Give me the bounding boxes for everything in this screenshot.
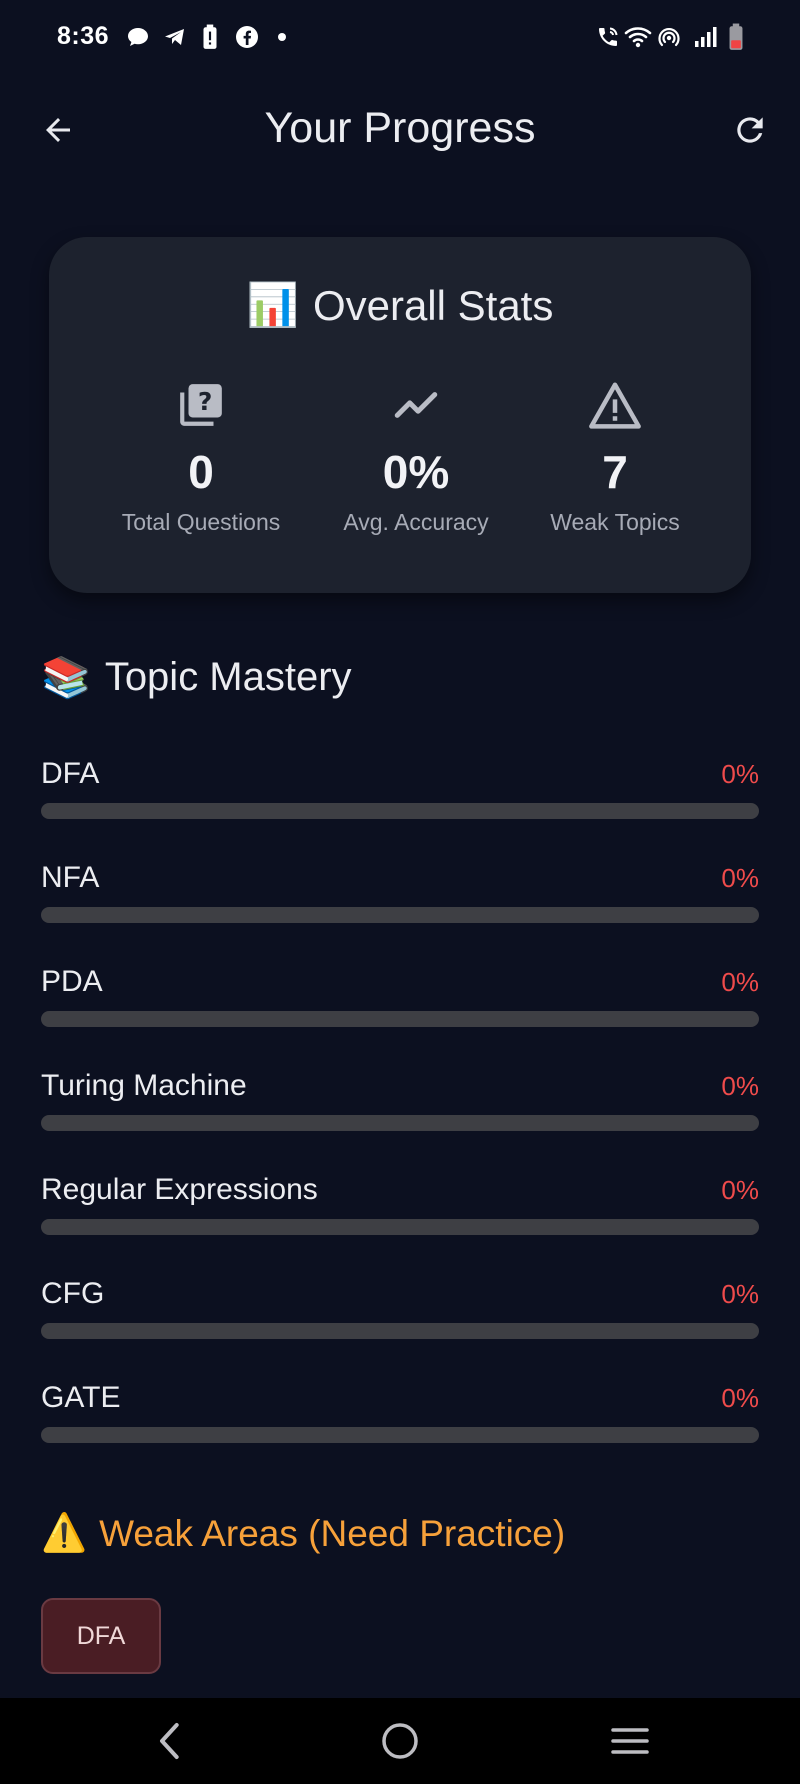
signal-icon (693, 22, 719, 52)
facebook-icon (235, 22, 259, 52)
books-emoji-icon: 📚 (41, 656, 91, 700)
battery-alert-icon (201, 22, 219, 52)
topic-progress-bar (41, 1427, 759, 1443)
status-bar: 8:36 (0, 0, 800, 76)
topic-name: NFA (41, 861, 100, 894)
topic-row-pda: PDA 0% (41, 965, 759, 1045)
stat-value: 0 (188, 446, 214, 498)
overall-stats-card: 📊 Overall Stats ? 0 Total Questions 0% A… (49, 237, 751, 593)
nav-recents-button[interactable] (600, 1716, 660, 1766)
chat-bubble-icon (126, 22, 150, 52)
bar-chart-emoji-icon: 📊 (246, 281, 299, 328)
wifi-calling-icon (596, 22, 620, 52)
status-time: 8:36 (57, 22, 110, 50)
topic-name: GATE (41, 1381, 121, 1414)
topic-row-cfg: CFG 0% (41, 1277, 759, 1357)
topic-percent: 0% (721, 759, 759, 789)
topic-progress-bar (41, 803, 759, 819)
topic-name: CFG (41, 1277, 105, 1310)
stat-weak-topics: 7 Weak Topics (515, 377, 715, 536)
warning-emoji-icon: ⚠️ (41, 1512, 88, 1553)
app-bar: Your Progress (0, 88, 800, 172)
refresh-button[interactable] (724, 104, 776, 156)
weak-area-chip-dfa[interactable]: DFA (41, 1598, 161, 1674)
topic-percent: 0% (721, 967, 759, 997)
topic-percent: 0% (721, 863, 759, 893)
nav-back-button[interactable] (140, 1716, 200, 1766)
topic-row-gate: GATE 0% (41, 1381, 759, 1461)
page-title: Your Progress (264, 104, 536, 152)
system-nav-bar (0, 1698, 800, 1784)
home-circle-icon (382, 1723, 418, 1759)
topic-name: Regular Expressions (41, 1173, 318, 1206)
topic-mastery-title: 📚 Topic Mastery (41, 654, 352, 701)
wifi-icon (624, 22, 652, 52)
stat-value: 7 (602, 446, 628, 498)
stat-total-questions: ? 0 Total Questions (101, 377, 301, 536)
topic-name: Turing Machine (41, 1069, 247, 1102)
topic-percent: 0% (721, 1071, 759, 1101)
topic-progress-bar (41, 1011, 759, 1027)
battery-low-icon (728, 22, 744, 52)
topic-progress-bar (41, 1219, 759, 1235)
topic-progress-bar (41, 1323, 759, 1339)
stat-avg-accuracy: 0% Avg. Accuracy (316, 377, 516, 536)
quiz-icon: ? (101, 377, 301, 433)
topic-name: DFA (41, 757, 100, 790)
refresh-icon (737, 117, 763, 143)
trending-up-icon (316, 377, 516, 433)
stat-label: Total Questions (121, 509, 281, 535)
dot-icon (277, 22, 287, 52)
topic-percent: 0% (721, 1279, 759, 1309)
overall-stats-label: Overall Stats (312, 281, 554, 329)
weak-areas-title: ⚠️ Weak Areas (Need Practice) (41, 1512, 565, 1555)
nav-home-button[interactable] (370, 1716, 430, 1766)
telegram-icon (162, 22, 188, 52)
topic-progress-bar (41, 1115, 759, 1131)
chevron-left-icon (160, 1723, 179, 1759)
stat-label: Weak Topics (550, 509, 680, 535)
stat-value: 0% (382, 446, 450, 498)
topic-row-nfa: NFA 0% (41, 861, 759, 941)
topic-mastery-label: Topic Mastery (104, 655, 352, 699)
topic-name: PDA (41, 965, 103, 998)
overall-stats-title: 📊 Overall Stats (49, 281, 751, 330)
progress-screen: 8:36 Your Progress 📊 Overall Stats ? 0 T… (0, 0, 800, 1784)
hotspot-icon (657, 22, 681, 52)
menu-lines-icon (611, 1728, 649, 1754)
topic-row-regular-expressions: Regular Expressions 0% (41, 1173, 759, 1253)
topic-progress-bar (41, 907, 759, 923)
stat-label: Avg. Accuracy (343, 509, 489, 535)
weak-areas-label: Weak Areas (Need Practice) (99, 1512, 566, 1554)
warning-icon (515, 377, 715, 433)
topic-percent: 0% (721, 1383, 759, 1413)
topic-row-turing-machine: Turing Machine 0% (41, 1069, 759, 1149)
svg-text:?: ? (198, 387, 213, 416)
topic-row-dfa: DFA 0% (41, 757, 759, 837)
topic-percent: 0% (721, 1175, 759, 1205)
